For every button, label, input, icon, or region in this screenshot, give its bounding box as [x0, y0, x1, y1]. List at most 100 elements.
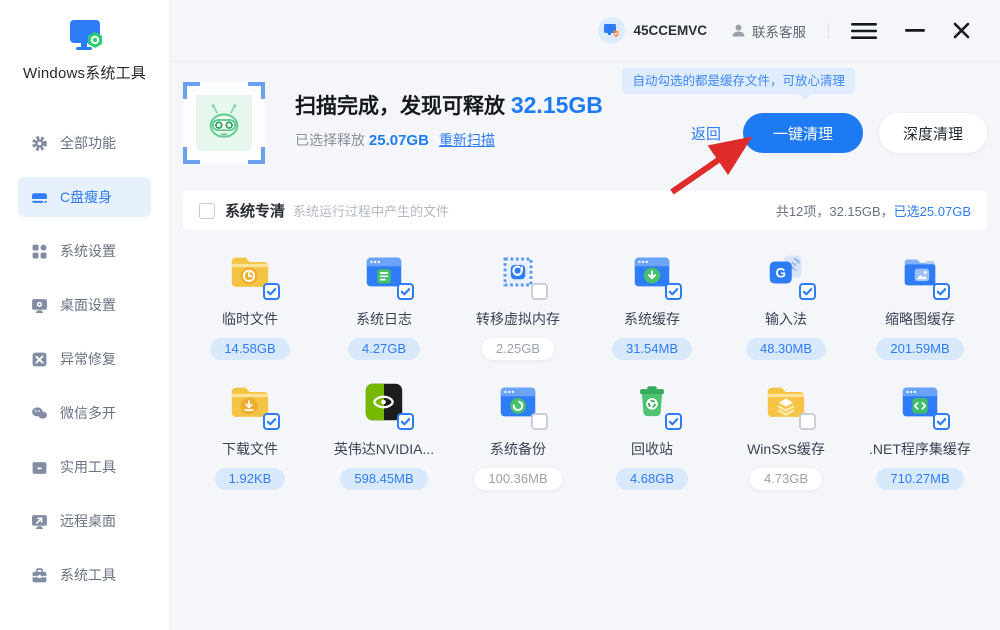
gear-icon: [31, 135, 48, 152]
item-label: 系统缓存: [624, 309, 680, 329]
close-button[interactable]: [953, 22, 970, 39]
deep-clean-button[interactable]: 深度清理: [879, 113, 987, 153]
sidebar-item-label: 桌面设置: [60, 295, 116, 315]
one-click-clean-button[interactable]: 一键清理: [743, 113, 863, 153]
sidebar-item-all-functions[interactable]: 全部功能: [18, 123, 151, 163]
app-logo-icon: [62, 16, 108, 58]
user-avatar[interactable]: [598, 17, 625, 44]
item-size-badge: 4.73GB: [750, 468, 822, 490]
item-checkbox[interactable]: [397, 283, 414, 300]
clean-item-system-cache[interactable]: 系统缓存 31.54MB: [585, 239, 719, 359]
clean-item-thumbnail-cache[interactable]: 缩略图缓存 201.59MB: [853, 239, 987, 359]
sidebar-item-system-tools[interactable]: 系统工具: [18, 555, 151, 595]
clean-item-nvidia[interactable]: 英伟达NVIDIA... 598.45MB: [317, 369, 451, 489]
item-checkbox[interactable]: [665, 283, 682, 300]
contact-label: 联系客服: [752, 21, 806, 41]
clean-item-virtual-memory[interactable]: 转移虚拟内存 2.25GB: [451, 239, 585, 359]
scan-title: 扫描完成，发现可释放 32.15GB: [295, 90, 603, 120]
sidebar-item-desktop-settings[interactable]: 桌面设置: [18, 285, 151, 325]
item-size-badge: 100.36MB: [474, 468, 561, 490]
hamburger-icon: [851, 22, 877, 40]
app-title: Windows系统工具: [0, 62, 169, 83]
item-checkbox[interactable]: [933, 283, 950, 300]
sidebar-item-label: C盘瘦身: [60, 187, 112, 207]
item-checkbox[interactable]: [665, 413, 682, 430]
tooltip-bubble: 自动勾选的都是缓存文件，可放心清理: [622, 68, 855, 94]
person-icon: [731, 23, 746, 38]
sidebar-item-c-drive-slim[interactable]: C盘瘦身: [18, 177, 151, 217]
system-cache-icon: [629, 249, 675, 295]
input-method-icon: 文G: [763, 249, 809, 295]
sidebar: Windows系统工具 全部功能 C盘瘦身 系统设置 桌面设置 异常修复: [0, 0, 170, 630]
scan-title-text: 扫描完成，发现可释放: [295, 95, 511, 118]
item-label: .NET程序集缓存: [869, 439, 971, 459]
clean-item-winsxs-cache[interactable]: WinSxS缓存 4.73GB: [719, 369, 853, 489]
scan-result-header: 扫描完成，发现可释放 32.15GB 已选择释放 25.07GB 重新扫描 返回…: [183, 82, 987, 164]
titlebar-divider: [828, 23, 829, 39]
virtual-memory-chip-icon: [495, 249, 541, 295]
sidebar-item-label: 系统工具: [60, 565, 116, 585]
sidebar-nav: 全部功能 C盘瘦身 系统设置 桌面设置 异常修复 微信多开: [0, 123, 169, 595]
menu-button[interactable]: [851, 22, 877, 40]
selected-prefix: 已选择释放: [295, 132, 369, 148]
item-label: 回收站: [631, 439, 673, 459]
item-checkbox[interactable]: [933, 413, 950, 430]
pc-shield-icon: [603, 22, 620, 39]
temp-files-icon: [227, 249, 273, 295]
item-checkbox[interactable]: [531, 413, 548, 430]
close-icon: [953, 22, 970, 39]
desktop-gear-icon: [31, 297, 48, 314]
sidebar-item-remote-desktop[interactable]: 远程桌面: [18, 501, 151, 541]
sidebar-item-repair[interactable]: 异常修复: [18, 339, 151, 379]
clean-item-system-backup[interactable]: 系统备份 100.36MB: [451, 369, 585, 489]
item-checkbox[interactable]: [799, 413, 816, 430]
sidebar-item-label: 远程桌面: [60, 511, 116, 531]
clean-item-downloads[interactable]: 下载文件 1.92KB: [183, 369, 317, 489]
item-label: 英伟达NVIDIA...: [334, 439, 434, 459]
apps-icon: [31, 243, 48, 260]
sidebar-item-wechat-multi[interactable]: 微信多开: [18, 393, 151, 433]
item-checkbox[interactable]: [263, 283, 280, 300]
recycle-bin-icon: [629, 379, 675, 425]
sidebar-item-label: 实用工具: [60, 457, 116, 477]
item-label: 缩略图缓存: [885, 309, 955, 329]
item-checkbox[interactable]: [531, 283, 548, 300]
sidebar-item-system-settings[interactable]: 系统设置: [18, 231, 151, 271]
remote-desktop-icon: [31, 513, 48, 530]
item-checkbox[interactable]: [397, 413, 414, 430]
rescan-link[interactable]: 重新扫描: [439, 132, 495, 148]
section-header: 系统专清 系统运行过程中产生的文件 共12项，32.15GB，已选25.07GB: [183, 191, 987, 230]
action-buttons: 返回 一键清理 深度清理: [691, 102, 987, 164]
item-checkbox[interactable]: [263, 413, 280, 430]
item-size-badge: 48.30MB: [746, 338, 826, 360]
item-size-badge: 4.68GB: [616, 468, 688, 490]
summary-selected: 已选25.07GB: [894, 204, 971, 219]
summary-total: 共12项，32.15GB，: [776, 204, 894, 219]
main-panel: 45CCEMVC 联系客服 自动勾选的都是缓存文件，可放心清理: [170, 0, 1000, 630]
section-title: 系统专清: [225, 200, 285, 221]
item-size-badge: 2.25GB: [482, 338, 554, 360]
item-label: WinSxS缓存: [747, 439, 825, 459]
clean-item-input-method[interactable]: 文G 输入法 48.30MB: [719, 239, 853, 359]
clean-item-system-logs[interactable]: 系统日志 4.27GB: [317, 239, 451, 359]
item-size-badge: 598.45MB: [340, 468, 427, 490]
item-size-badge: 4.27GB: [348, 338, 420, 360]
clean-item-temp-files[interactable]: 临时文件 14.58GB: [183, 239, 317, 359]
toolbox-icon: [31, 459, 48, 476]
winsxs-cache-icon: [763, 379, 809, 425]
section-checkbox[interactable]: [199, 203, 215, 219]
thumbnail-cache-icon: [897, 249, 943, 295]
clean-item-dotnet-cache[interactable]: .NET程序集缓存 710.27MB: [853, 369, 987, 489]
back-button[interactable]: 返回: [691, 123, 721, 144]
contact-support[interactable]: 联系客服: [731, 21, 806, 41]
minimize-button[interactable]: [905, 29, 925, 33]
item-label: 输入法: [765, 309, 807, 329]
sidebar-item-utilities[interactable]: 实用工具: [18, 447, 151, 487]
selected-size: 25.07GB: [369, 132, 429, 149]
item-size-badge: 710.27MB: [876, 468, 963, 490]
clean-item-recycle-bin[interactable]: 回收站 4.68GB: [585, 369, 719, 489]
scan-total-size: 32.15GB: [511, 92, 603, 118]
user-id[interactable]: 45CCEMVC: [633, 23, 707, 38]
titlebar: 45CCEMVC 联系客服: [170, 0, 1000, 62]
item-checkbox[interactable]: [799, 283, 816, 300]
